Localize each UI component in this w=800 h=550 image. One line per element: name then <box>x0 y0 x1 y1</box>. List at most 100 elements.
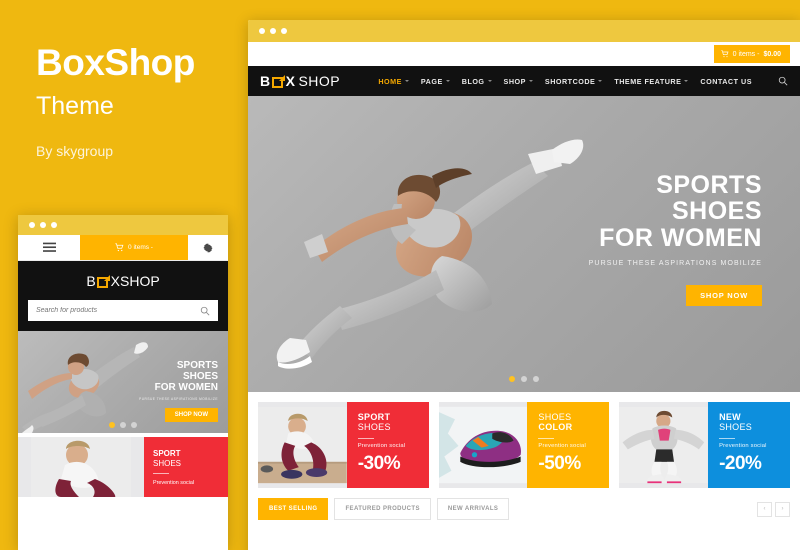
promo-card-shoes-color[interactable]: SHOES COLOR Prevention social -50% <box>438 402 610 488</box>
hero-copy: SPORTS SHOES FOR WOMEN PURSUE THESE ASPI… <box>589 172 762 306</box>
carousel-next-button[interactable]: › <box>775 501 790 517</box>
divider <box>719 437 736 439</box>
nav-item-contact-us[interactable]: CONTACT US <box>700 77 752 86</box>
logo-part-shop: SHOP <box>120 273 160 289</box>
hero-line-2: SHOES <box>671 197 762 226</box>
window-dot-maximize[interactable] <box>281 28 287 34</box>
promo-line-2: SHOES <box>153 458 182 468</box>
search-icon[interactable] <box>778 76 788 86</box>
nav-label: PAGE <box>420 76 443 86</box>
promo-line-2: COLOR <box>538 422 573 433</box>
hero-dot-3[interactable] <box>131 422 137 428</box>
mobile-cart-button[interactable]: 0 items - <box>80 235 188 260</box>
nav-item-home[interactable]: HOME <box>378 77 409 86</box>
nav-item-shortcode[interactable]: SHORTCODE <box>545 77 603 86</box>
nav-label: SHOP <box>503 76 526 86</box>
hero-shop-now-button[interactable]: SHOP NOW <box>164 408 218 423</box>
hero-line-3: FOR WOMEN <box>154 381 218 393</box>
promo-card-sport-shoes[interactable]: SPORT SHOES Prevention social -30% <box>258 402 429 488</box>
chevron-down-icon <box>487 80 492 82</box>
site-logo[interactable]: B X SHOP <box>260 73 340 89</box>
mobile-hero-slider[interactable]: SPORTS SHOES FOR WOMEN PURSUE THESE ASPI… <box>18 331 228 433</box>
promo-line-1: SPORT <box>153 449 181 458</box>
hero-dot-1[interactable] <box>109 422 115 428</box>
chevron-down-icon <box>528 80 533 82</box>
athlete-jumping-photo <box>276 139 584 369</box>
search-icon[interactable] <box>200 306 210 316</box>
tab-carousel-nav: ‹ › <box>757 501 790 517</box>
desktop-browser-window: 0 items - $0.00 B X SHOP HOME PAGE BLOG … <box>248 20 800 550</box>
mobile-cart-label: 0 items - <box>128 244 153 251</box>
promo-discount: -20% <box>719 452 762 474</box>
hero-dot-2[interactable] <box>521 376 527 382</box>
logo-part-x: X <box>110 273 120 289</box>
carousel-prev-button[interactable]: ‹ <box>757 501 772 517</box>
mobile-toolbar: 0 items - <box>18 235 228 261</box>
logo-part-x: X <box>285 73 296 89</box>
mobile-header: B X SHOP <box>18 261 228 331</box>
theme-promo-copy: BoxShop Theme By skygroup <box>36 42 236 159</box>
chevron-down-icon <box>404 80 409 82</box>
chevron-down-icon <box>684 80 689 82</box>
window-dot-minimize[interactable] <box>270 28 276 34</box>
logo-part-shop: SHOP <box>298 73 341 89</box>
mobile-search-bar[interactable] <box>28 300 218 321</box>
cart-button[interactable]: 0 items - $0.00 <box>713 45 790 63</box>
gear-icon[interactable] <box>188 235 228 260</box>
cart-item-count: 0 items - <box>732 50 760 58</box>
hamburger-menu-icon[interactable] <box>18 235 80 260</box>
promo-line-2: SHOES <box>719 422 753 433</box>
window-dot-minimize[interactable] <box>40 222 46 228</box>
promo-line-2: SHOES <box>357 422 391 433</box>
hero-dot-1[interactable] <box>509 376 515 382</box>
divider <box>538 437 555 439</box>
hero-dot-2[interactable] <box>120 422 126 428</box>
hero-dot-3[interactable] <box>533 376 539 382</box>
window-dot-maximize[interactable] <box>51 222 57 228</box>
mobile-promo-text: SPORT SHOES Prevention social <box>144 437 228 497</box>
hero-slider-dots <box>248 376 800 382</box>
box-arrow-icon <box>271 74 285 88</box>
promo-text-1: SPORT SHOES Prevention social -30% <box>346 402 429 488</box>
box-arrow-icon <box>96 274 110 288</box>
mobile-site-logo[interactable]: B X SHOP <box>28 273 218 289</box>
tab-new-arrivals[interactable]: NEW ARRIVALS <box>436 498 510 520</box>
tab-best-selling[interactable]: BEST SELLING <box>258 498 329 520</box>
tab-featured-products[interactable]: FEATURED PRODUCTS <box>334 498 431 520</box>
mobile-window-titlebar <box>18 215 228 235</box>
window-dot-close[interactable] <box>29 222 35 228</box>
search-input[interactable] <box>36 307 200 314</box>
promo-text-3: NEW SHOES Prevention social -20% <box>708 402 790 488</box>
screenshot-stage: BoxShop Theme By skygroup 0 items - $0.0… <box>0 0 800 550</box>
athlete-jumping-photo <box>22 342 148 433</box>
nav-item-blog[interactable]: BLOG <box>462 77 492 86</box>
promo-card-new-shoes[interactable]: NEW SHOES Prevention social -20% <box>619 402 790 488</box>
main-navigation: HOME PAGE BLOG SHOP SHORTCODE THEME FEAT… <box>378 76 788 86</box>
cart-icon <box>115 243 124 252</box>
promo-text-2: SHOES COLOR Prevention social -50% <box>527 402 610 488</box>
cart-icon <box>720 50 729 58</box>
hero-slider[interactable]: SPORTS SHOES FOR WOMEN PURSUE THESE ASPI… <box>248 96 800 392</box>
promo-subtitle: Prevention social <box>719 442 767 449</box>
window-dot-close[interactable] <box>259 28 265 34</box>
desktop-window-titlebar <box>248 20 800 42</box>
divider <box>357 437 374 439</box>
nav-item-shop[interactable]: SHOP <box>504 77 533 86</box>
theme-title: BoxShop <box>36 42 195 83</box>
nav-item-theme-feature[interactable]: THEME FEATURE <box>614 77 689 86</box>
woman-tying-shoes-photo <box>258 402 347 488</box>
nav-label: BLOG <box>461 76 485 86</box>
hero-shop-now-button[interactable]: SHOP NOW <box>686 284 762 306</box>
mobile-hero-copy: SPORTS SHOES FOR WOMEN PURSUE THESE ASPI… <box>139 360 218 423</box>
hero-line-3: FOR WOMEN <box>599 223 762 252</box>
hero-tagline: PURSUE THESE ASPIRATIONS MOBILIZE <box>588 259 762 267</box>
promo-line-1: NEW <box>719 412 741 422</box>
promo-subtitle: Prevention social <box>538 442 586 449</box>
desktop-topbar: 0 items - $0.00 <box>248 42 800 66</box>
cart-total: $0.00 <box>763 50 781 58</box>
nav-item-page[interactable]: PAGE <box>421 77 450 86</box>
jumping-athlete-photo <box>619 402 709 488</box>
mobile-promo-card-sport-shoes[interactable]: SPORT SHOES Prevention social <box>18 437 228 497</box>
desktop-navbar: B X SHOP HOME PAGE BLOG SHOP SHORTCODE T… <box>248 66 800 96</box>
promo-subtitle: Prevention social <box>357 442 406 449</box>
